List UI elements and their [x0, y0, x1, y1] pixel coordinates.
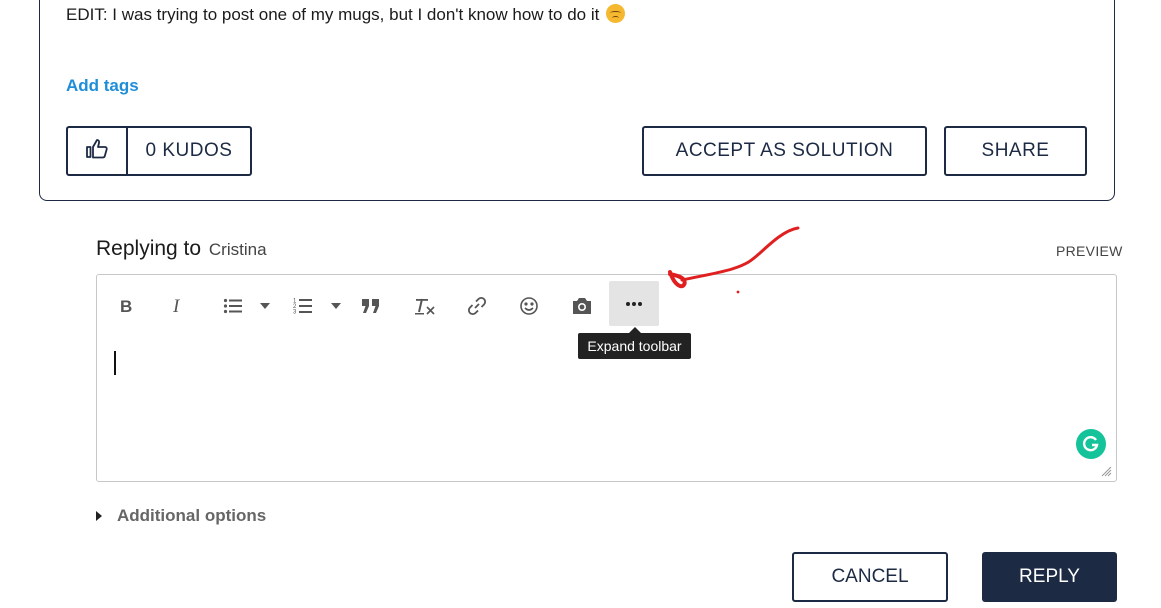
give-kudos-button[interactable]	[68, 128, 128, 174]
reply-editor[interactable]	[96, 274, 1117, 482]
cancel-button[interactable]: CANCEL	[792, 552, 948, 602]
additional-options-toggle[interactable]: Additional options	[94, 506, 266, 526]
preview-link[interactable]: PREVIEW	[1056, 243, 1123, 259]
bulleted-list-icon	[223, 298, 243, 314]
italic-icon: I	[170, 297, 186, 315]
more-icon	[625, 301, 643, 307]
link-icon	[467, 296, 487, 316]
clear-formatting-button[interactable]	[412, 286, 438, 326]
add-tags-link[interactable]: Add tags	[66, 76, 139, 96]
svg-text:3: 3	[293, 310, 297, 316]
kudos-widget: 0 KUDOS	[66, 126, 252, 176]
chevron-down-icon	[331, 303, 341, 309]
italic-button[interactable]: I	[164, 286, 192, 326]
blockquote-icon	[361, 298, 381, 314]
bold-icon: B	[118, 297, 134, 315]
clear-formatting-icon	[414, 297, 436, 315]
additional-options-label: Additional options	[117, 506, 267, 525]
expand-toolbar-button[interactable]	[609, 281, 659, 326]
grammarly-icon[interactable]	[1076, 429, 1106, 459]
numbered-list-button[interactable]: 1 2 3	[290, 286, 316, 326]
camera-icon	[571, 297, 593, 315]
post-edit-text-content: EDIT: I was trying to post one of my mug…	[66, 5, 600, 24]
numbered-list-icon: 1 2 3	[293, 297, 313, 315]
bulleted-list-dropdown[interactable]	[256, 286, 274, 326]
expand-toolbar-tooltip: Expand toolbar	[578, 327, 691, 359]
post-edit-text: EDIT: I was trying to post one of my mug…	[66, 4, 626, 25]
chevron-down-icon	[260, 303, 270, 309]
kudos-count: 0 KUDOS	[145, 140, 233, 161]
bulleted-list-button[interactable]	[220, 286, 246, 326]
reply-recipient: Cristina	[208, 240, 267, 259]
reply-button[interactable]: REPLY	[982, 552, 1117, 602]
reply-heading: Replying to Cristina	[96, 237, 267, 261]
caret-right-icon	[96, 511, 102, 521]
share-button[interactable]: SHARE	[944, 126, 1087, 176]
text-cursor	[114, 351, 116, 375]
svg-text:B: B	[120, 297, 132, 315]
emoji-icon	[519, 296, 539, 316]
disappointed-face-emoji-icon	[606, 4, 626, 23]
numbered-list-dropdown[interactable]	[327, 286, 345, 326]
blockquote-button[interactable]	[358, 286, 384, 326]
insert-photo-button[interactable]	[568, 286, 596, 326]
insert-emoji-button[interactable]	[516, 286, 542, 326]
svg-text:I: I	[172, 297, 181, 315]
resize-handle-icon[interactable]	[1100, 464, 1112, 477]
insert-link-button[interactable]	[464, 286, 490, 326]
reply-heading-text: Replying to	[96, 237, 202, 260]
thumbs-up-icon	[85, 137, 109, 166]
accept-as-solution-button[interactable]: ACCEPT AS SOLUTION	[642, 126, 927, 176]
bold-button[interactable]: B	[112, 286, 140, 326]
